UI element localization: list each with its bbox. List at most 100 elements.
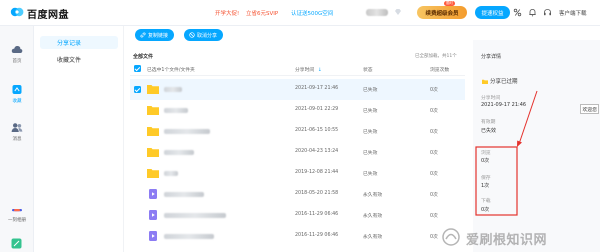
promo-svip[interactable]: 立省6元SVIP	[246, 9, 278, 17]
video-file-icon	[149, 189, 157, 199]
row-views: 0次	[430, 235, 438, 240]
sort-down-arrow-icon[interactable]: ↓	[318, 68, 322, 73]
row-share-time: 2018-05-20 21:58	[295, 191, 339, 196]
tools-icon[interactable]	[513, 8, 522, 17]
row-views: 0次	[430, 130, 438, 135]
speedup-rights-button[interactable]: 提速权益	[475, 6, 510, 19]
annotation-box	[475, 146, 518, 216]
edit-note-icon[interactable]	[11, 238, 22, 249]
select-all-checkbox[interactable]	[134, 65, 141, 72]
table-row[interactable]: 2021-09-01 22:29 已失效 0次	[130, 100, 465, 121]
row-checkbox[interactable]	[134, 212, 141, 219]
th-selected: 已选中1个文件/文件夹	[147, 68, 195, 73]
row-views: 0次	[430, 151, 438, 156]
row-checkbox[interactable]	[134, 233, 141, 240]
row-share-time: 2020-04-23 13:24	[295, 149, 339, 154]
rail-label-messages: 消息	[12, 137, 22, 142]
cancel-share-label: 取消分享	[197, 32, 218, 39]
share-folder-icon	[12, 85, 22, 94]
annotation-arrow-head	[517, 140, 522, 147]
loaded-count: 已全部加载，共11个	[415, 54, 457, 59]
rail-label-home: 首页	[12, 59, 22, 64]
copy-link-button[interactable]: 复制链接	[135, 29, 175, 41]
copy-link-label: 复制链接	[148, 32, 169, 39]
watermark-logo	[442, 228, 460, 246]
watermark-text: 爱刷根知识网	[466, 233, 548, 248]
subnav-favorite-files[interactable]: 收藏文件	[40, 53, 118, 66]
cancel-share-button[interactable]: 取消分享	[184, 29, 224, 41]
table-row[interactable]: 2021-06-15 10:55 已失效 0次	[130, 121, 465, 142]
row-checkbox[interactable]	[134, 149, 141, 156]
row-share-time: 2021-09-17 21:46	[295, 86, 339, 91]
file-name-blurred[interactable]	[164, 87, 182, 92]
rail-item-favorites[interactable]: 收藏	[0, 84, 34, 104]
file-name-blurred[interactable]	[164, 108, 188, 113]
th-share-time[interactable]: 分享时间 ↓	[295, 66, 322, 73]
row-status: 已失效	[363, 88, 378, 93]
left-rail: 首页 收藏 消息 一刻相册	[0, 26, 34, 252]
expired-notice: 分享已过期	[482, 77, 518, 85]
folder-icon	[147, 127, 159, 136]
vip-diamond-icon[interactable]	[394, 8, 402, 16]
red-annotation-overlay	[475, 90, 538, 216]
album-icon	[12, 209, 22, 212]
table-row[interactable]: 2018-05-20 21:58 永久有效 0次	[130, 184, 465, 205]
row-views: 0次	[430, 109, 438, 114]
rail-item-messages[interactable]: 消息	[0, 122, 34, 142]
rail-label-favorites: 收藏	[12, 99, 22, 104]
renew-svip-button[interactable]: 续费超级会员	[417, 6, 467, 19]
table-row[interactable]: 2016-11-29 06:46 永久有效 0次	[130, 226, 465, 247]
limited-time-badge: 限时	[444, 1, 455, 6]
row-status: 已失效	[363, 172, 378, 177]
row-status: 永久有效	[363, 214, 383, 219]
top-bar: 百度网盘 开学大促! 立省6元SVIP 认证送500G空间 续费超级会员 限时 …	[0, 0, 600, 26]
row-status: 已失效	[363, 151, 378, 156]
row-checkbox[interactable]	[134, 107, 141, 114]
client-download-link[interactable]: 客户端下载	[559, 9, 587, 17]
row-checkbox[interactable]	[134, 191, 141, 198]
table-row[interactable]: 2021-09-17 21:46 已失效 0次	[130, 79, 465, 100]
sub-nav: 分享记录 收藏文件	[34, 26, 124, 252]
row-views: 0次	[430, 193, 438, 198]
rail-item-home[interactable]: 首页	[0, 44, 34, 64]
brand-name[interactable]: 百度网盘	[27, 6, 69, 21]
th-share-time-label: 分享时间	[295, 68, 315, 73]
file-name-blurred[interactable]	[164, 234, 214, 239]
row-checkbox[interactable]	[134, 170, 141, 177]
row-views: 0次	[430, 88, 438, 93]
notification-bell-icon[interactable]	[528, 8, 537, 17]
username-blurred[interactable]	[366, 9, 388, 16]
promo-certify[interactable]: 认证送500G空间	[291, 9, 333, 17]
table-row[interactable]: 2016-11-29 06:46 永久有效 0次	[130, 205, 465, 226]
table-row[interactable]: 2020-04-23 13:24 已失效 0次	[130, 142, 465, 163]
row-share-time: 2021-09-01 22:29	[295, 107, 339, 112]
file-name-blurred[interactable]	[164, 213, 226, 218]
row-checkbox[interactable]	[134, 128, 141, 135]
annotation-arrow-line	[518, 90, 538, 145]
folder-icon	[147, 169, 159, 178]
rail-item-album[interactable]: 一刻相册	[0, 206, 34, 223]
detail-title: 分享详情	[481, 54, 502, 60]
file-name-blurred[interactable]	[164, 171, 178, 176]
subnav-share-records[interactable]: 分享记录	[40, 36, 118, 49]
file-name-blurred[interactable]	[164, 129, 210, 134]
baidu-netdisk-logo-icon[interactable]	[10, 5, 24, 19]
video-file-icon	[149, 210, 157, 220]
row-checkbox[interactable]	[134, 86, 141, 93]
promo-start[interactable]: 开学大促!	[215, 9, 239, 17]
file-name-blurred[interactable]	[164, 192, 204, 197]
file-name-blurred[interactable]	[164, 150, 194, 155]
row-status: 永久有效	[363, 235, 383, 240]
all-files-title: 全部文件	[133, 54, 154, 60]
folder-icon	[147, 85, 159, 94]
customer-service-headset-icon[interactable]	[543, 8, 552, 17]
th-views: 浏览次数	[430, 68, 450, 73]
row-share-time: 2016-11-29 06:46	[295, 233, 339, 238]
row-share-time: 2019-12-08 21:44	[295, 170, 339, 175]
row-views: 0次	[430, 172, 438, 177]
folder-icon	[147, 106, 159, 115]
table-row[interactable]: 2019-12-08 21:44 已失效 0次	[130, 163, 465, 184]
row-status: 永久有效	[363, 193, 383, 198]
row-share-time: 2016-11-29 06:46	[295, 212, 339, 217]
rail-label-album: 一刻相册	[8, 218, 26, 223]
